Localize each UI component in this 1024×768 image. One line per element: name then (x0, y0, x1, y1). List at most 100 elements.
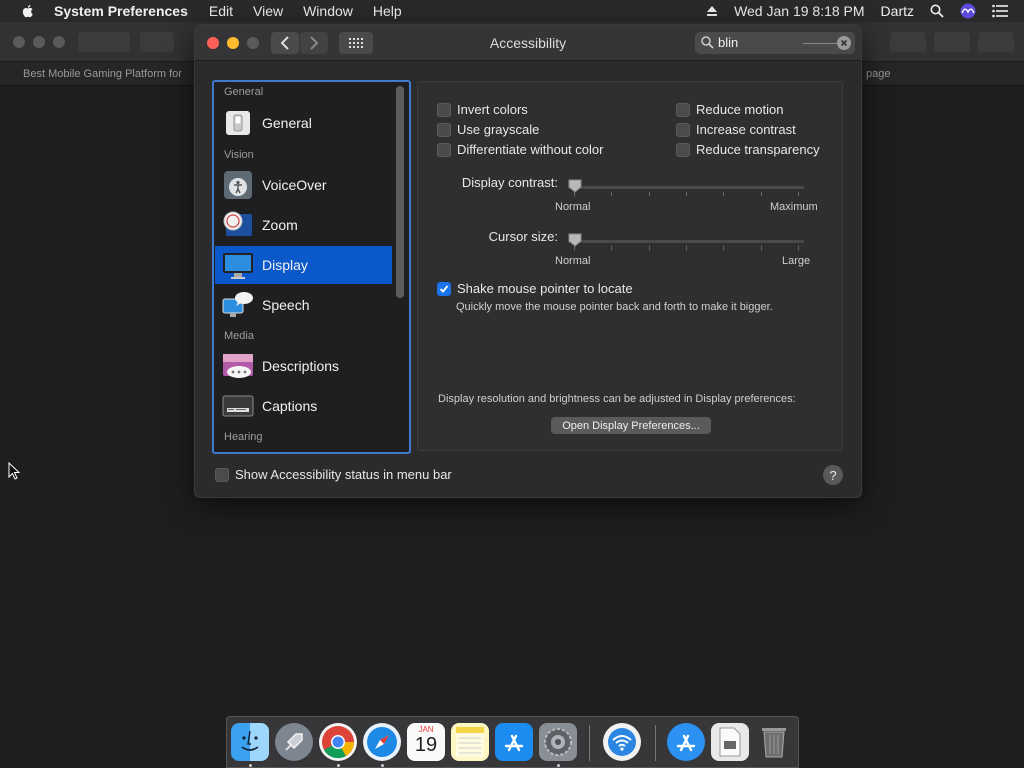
category-sidebar[interactable]: General General Vision VoiceOver Zoom Di… (212, 80, 411, 454)
sidebar-item-captions[interactable]: Captions (215, 387, 392, 425)
slider-tick (723, 192, 725, 196)
slider-tick (648, 246, 650, 250)
sidebar-item-label: Display (262, 257, 308, 273)
checkbox-box[interactable] (676, 142, 690, 157)
checkbox-box[interactable] (437, 122, 451, 137)
slider-knob[interactable] (568, 233, 582, 247)
display-contrast-label: Display contrast: (461, 175, 558, 190)
speech-icon (222, 289, 254, 321)
display-settings-panel: Invert colors Use grayscale Differentiat… (417, 81, 843, 451)
notification-center-icon[interactable] (992, 4, 1008, 18)
sidebar-item-speech[interactable]: Speech (215, 286, 392, 324)
launchpad-icon[interactable] (275, 723, 313, 761)
slider-tick (798, 246, 799, 250)
checkbox-label: Shake mouse pointer to locate (457, 281, 633, 296)
running-indicator (557, 764, 560, 767)
safari-icon[interactable] (363, 723, 401, 761)
cursor-size-label: Cursor size: (488, 229, 558, 244)
invert-colors-checkbox[interactable]: Invert colors (437, 102, 528, 117)
dock-separator (655, 725, 656, 761)
sidebar-item-label: Descriptions (262, 358, 340, 374)
menubar-clock[interactable]: Wed Jan 19 8:18 PM (734, 3, 864, 19)
sidebar-header-general: General (224, 86, 264, 98)
slider-tick (686, 192, 687, 196)
spotlight-icon[interactable] (930, 4, 944, 18)
running-indicator (249, 764, 252, 767)
apple-icon[interactable] (20, 3, 36, 19)
app-store-icon[interactable] (495, 723, 533, 761)
clear-search-button[interactable] (837, 36, 851, 50)
shake-to-locate-checkbox[interactable]: Shake mouse pointer to locate (437, 281, 633, 296)
bg-sidebar-button[interactable] (140, 32, 174, 52)
calendar-day: 19 (414, 734, 438, 756)
sidebar-item-display[interactable]: Display (215, 246, 392, 284)
checkbox-box[interactable] (437, 102, 451, 117)
siri-icon[interactable] (960, 3, 976, 19)
finder-icon[interactable] (231, 723, 269, 761)
search-field[interactable]: blin (695, 32, 855, 54)
help-button[interactable]: ? (823, 465, 843, 485)
sidebar-item-label: VoiceOver (262, 177, 327, 193)
sidebar-item-label: Captions (262, 398, 318, 414)
bg-tab-title-right[interactable]: page (866, 68, 890, 80)
checkmark-icon (439, 284, 449, 293)
mouse-cursor-icon (8, 462, 20, 480)
captions-icon (222, 390, 254, 422)
checkbox-box[interactable] (437, 142, 451, 157)
checkbox-box[interactable] (215, 467, 229, 482)
checkbox-box[interactable] (437, 281, 451, 296)
chrome-icon[interactable] (319, 723, 357, 761)
sidebar-header-hearing: Hearing (224, 431, 263, 443)
show-status-in-menubar-checkbox[interactable]: Show Accessibility status in menu bar (215, 467, 452, 482)
bg-back-forward-buttons[interactable] (78, 32, 130, 52)
zoom-icon (222, 209, 254, 241)
eject-icon[interactable] (706, 5, 718, 17)
checkbox-label: Increase contrast (696, 122, 796, 137)
document-icon[interactable] (711, 723, 749, 761)
bg-tab-title[interactable]: Best Mobile Gaming Platform for (23, 68, 182, 80)
checkbox-label: Reduce transparency (696, 142, 820, 157)
differentiate-without-color-checkbox[interactable]: Differentiate without color (437, 142, 603, 157)
use-grayscale-checkbox[interactable]: Use grayscale (437, 122, 539, 137)
bg-tabs-button[interactable] (978, 32, 1014, 52)
slider-track[interactable] (568, 240, 804, 243)
slider-knob[interactable] (568, 179, 582, 193)
bg-share-button[interactable] (934, 32, 970, 52)
cursor-max-label: Large (782, 255, 811, 267)
menu-help[interactable]: Help (373, 3, 402, 19)
menu-edit[interactable]: Edit (209, 3, 233, 19)
menubar-user[interactable]: Dartz (881, 3, 914, 19)
notes-icon[interactable] (451, 723, 489, 761)
open-display-preferences-button[interactable]: Open Display Preferences... (551, 417, 711, 434)
bg-close-button[interactable] (13, 36, 25, 48)
slider-tick (648, 192, 650, 196)
switch-icon (222, 107, 254, 139)
sidebar-item-voiceover[interactable]: VoiceOver (215, 166, 392, 204)
wifi-icon[interactable] (603, 723, 641, 761)
reduce-transparency-checkbox[interactable]: Reduce transparency (676, 142, 820, 157)
app-store-downloads-icon[interactable] (667, 723, 705, 761)
increase-contrast-checkbox[interactable]: Increase contrast (676, 122, 796, 137)
search-input[interactable]: blin (718, 35, 738, 50)
sidebar-item-descriptions[interactable]: Descriptions (215, 347, 392, 385)
system-preferences-icon[interactable] (539, 723, 577, 761)
trash-icon[interactable] (755, 723, 793, 761)
menu-window[interactable]: Window (303, 3, 353, 19)
reduce-motion-checkbox[interactable]: Reduce motion (676, 102, 783, 117)
bg-minimize-button[interactable] (33, 36, 45, 48)
menu-view[interactable]: View (253, 3, 283, 19)
sidebar-scrollbar[interactable] (396, 86, 404, 298)
checkbox-box[interactable] (676, 102, 690, 117)
calendar-month: JAN (418, 725, 434, 734)
sidebar-item-zoom[interactable]: Zoom (215, 206, 392, 244)
app-menu[interactable]: System Preferences (54, 3, 188, 19)
sidebar-item-general[interactable]: General (215, 104, 392, 142)
bg-download-button[interactable] (890, 32, 926, 52)
window-titlebar: Accessibility blin (195, 25, 861, 61)
clear-icon (840, 39, 848, 47)
calendar-icon[interactable]: JAN 19 (407, 723, 445, 761)
slider-track[interactable] (568, 186, 804, 189)
bg-zoom-button[interactable] (53, 36, 65, 48)
running-indicator (337, 764, 340, 767)
checkbox-box[interactable] (676, 122, 690, 137)
